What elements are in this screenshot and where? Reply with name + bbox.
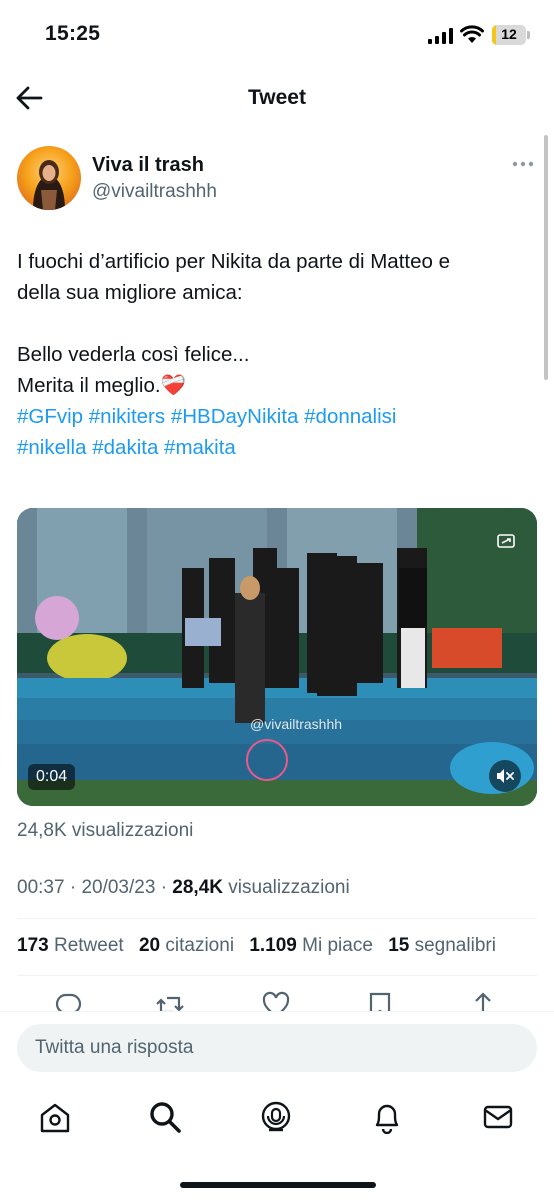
header: Tweet xyxy=(0,70,554,126)
search-icon[interactable] xyxy=(148,1100,182,1134)
likes-label: Mi piace xyxy=(302,935,373,956)
tweet-text-line: della sua migliore amica: xyxy=(17,281,243,304)
retweet-icon[interactable] xyxy=(155,990,185,1012)
likes-count: 1.109 xyxy=(249,935,297,956)
hashtag-link[interactable]: #nikella xyxy=(17,436,87,459)
divider xyxy=(17,918,537,919)
quotes-count: 20 xyxy=(138,935,161,956)
hashtag-line: #GFvip #nikiters #HBDayNikita #donnalisi xyxy=(17,401,542,432)
divider xyxy=(17,975,537,976)
mute-icon[interactable] xyxy=(489,760,521,792)
retweets-stat[interactable]: 173 Retweet xyxy=(17,935,124,956)
status-time: 15:25 xyxy=(45,22,101,45)
video-views: 24,8K visualizzazioni xyxy=(17,820,194,841)
meta-separator: · xyxy=(160,877,168,898)
video-watermark: @vivailtrashhh xyxy=(250,716,343,732)
bookmark-icon[interactable] xyxy=(365,990,395,1012)
tweet-text-gap xyxy=(17,308,542,339)
home-indicator[interactable] xyxy=(180,1182,376,1188)
reply-input[interactable]: Twitta una risposta xyxy=(17,1024,537,1072)
wifi-icon xyxy=(460,25,484,43)
video-player[interactable]: @vivailtrashhh 0:04 xyxy=(17,508,537,806)
action-bar xyxy=(0,990,554,1012)
share-icon[interactable] xyxy=(468,990,498,1012)
hashtag-link[interactable]: #GFvip xyxy=(17,405,83,428)
quotes-label: citazioni xyxy=(165,935,235,956)
quotes-stat[interactable]: 20 citazioni xyxy=(139,935,234,956)
retweets-label: Retweet xyxy=(53,935,124,956)
tweet-text-line: Bello vederla così felice... xyxy=(17,343,250,366)
like-icon[interactable] xyxy=(261,990,291,1012)
tweet-stats: 173 Retweet 20 citazioni 1.109 Mi piace … xyxy=(17,935,506,957)
reply-icon[interactable] xyxy=(53,990,83,1012)
notifications-icon[interactable] xyxy=(370,1100,404,1134)
status-bar: 15:25 12 xyxy=(0,0,554,70)
retweets-count: 173 xyxy=(17,935,49,956)
hashtag-line: #nikella #dakita #makita xyxy=(17,432,542,463)
tweet-text-line: I fuochi d’artificio per Nikita da parte… xyxy=(17,250,450,273)
tweet-views-label[interactable]: visualizzazioni xyxy=(228,877,349,898)
fullscreen-icon[interactable] xyxy=(495,530,517,552)
video-frame xyxy=(17,508,537,806)
avatar[interactable] xyxy=(17,146,81,210)
tab-bar xyxy=(0,1100,554,1134)
hashtag-link[interactable]: #nikiters xyxy=(89,405,165,428)
tweet-text: I fuochi d’artificio per Nikita da parte… xyxy=(17,246,542,463)
hashtag-link[interactable]: #makita xyxy=(164,436,236,459)
bookmarks-count: 15 xyxy=(388,935,410,956)
home-icon[interactable] xyxy=(38,1100,72,1134)
avatar-image xyxy=(33,160,65,210)
meta-separator: · xyxy=(69,877,77,898)
tweet-views-count: 28,4K xyxy=(172,877,223,898)
hashtag-link[interactable]: #HBDayNikita xyxy=(171,405,299,428)
scrollbar[interactable] xyxy=(544,135,548,380)
author-handle[interactable]: @vivailtrashhh xyxy=(92,181,217,203)
tweet-text-line: Merita il meglio.❤️‍🩹 xyxy=(17,370,542,401)
video-duration: 0:04 xyxy=(28,764,76,790)
author-name[interactable]: Viva il trash xyxy=(92,154,204,177)
more-options-icon[interactable] xyxy=(510,156,536,172)
bottom-panel: Twitta una risposta xyxy=(0,1011,554,1200)
hashtag-link[interactable]: #dakita xyxy=(92,436,158,459)
spaces-icon[interactable] xyxy=(259,1100,293,1134)
tweet-date: 20/03/23 xyxy=(81,877,156,898)
hashtag-link[interactable]: #donnalisi xyxy=(304,405,396,428)
mending-heart-emoji: ❤️‍🩹 xyxy=(160,374,187,397)
bookmarks-stat[interactable]: 15 segnalibri xyxy=(388,935,496,956)
tweet-meta: 00:37 · 20/03/23 · 28,4K visualizzazioni xyxy=(17,877,350,899)
cellular-signal-icon xyxy=(428,28,453,44)
tweet-text-line-content: Merita il meglio. xyxy=(17,374,161,397)
battery-icon: 12 xyxy=(492,25,526,45)
page-title: Tweet xyxy=(248,86,306,109)
tweet-time: 00:37 xyxy=(17,877,65,898)
messages-icon[interactable] xyxy=(481,1100,515,1134)
bookmarks-label: segnalibri xyxy=(414,935,496,956)
likes-stat[interactable]: 1.109 Mi piace xyxy=(249,935,373,956)
battery-percentage: 12 xyxy=(501,26,517,42)
battery-tip xyxy=(527,31,530,39)
